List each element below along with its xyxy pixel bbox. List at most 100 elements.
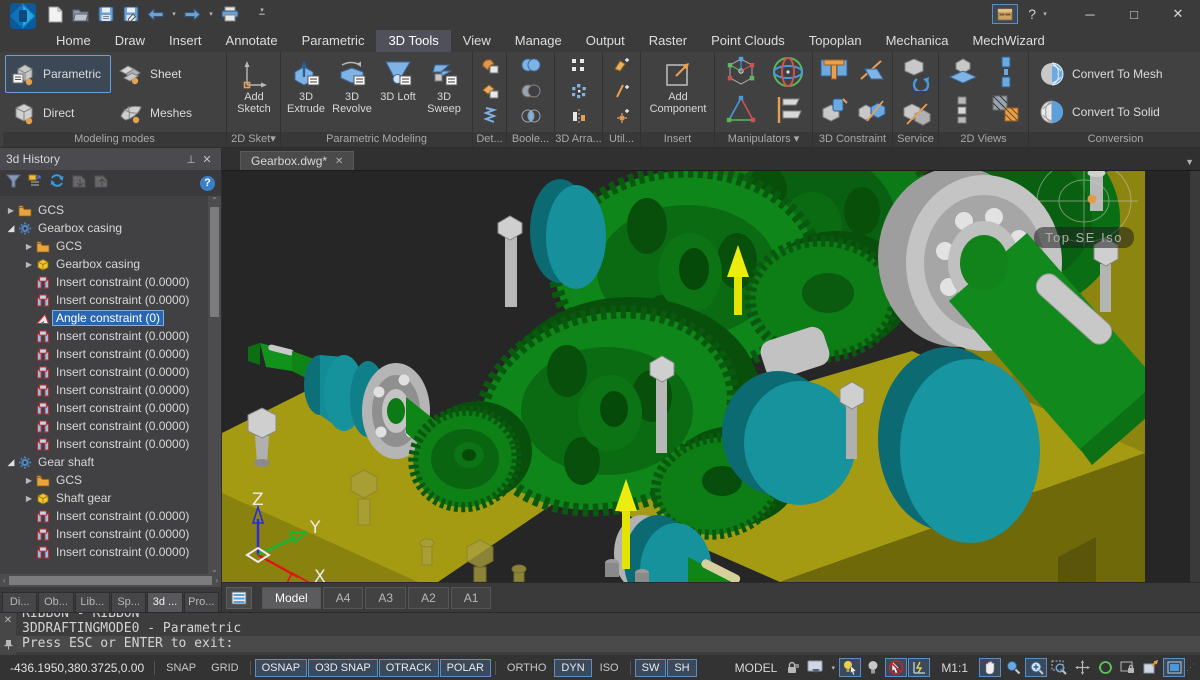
ribbon-tab-mechanica[interactable]: Mechanica bbox=[874, 30, 961, 52]
rotate-gizmo-icon[interactable] bbox=[770, 54, 806, 95]
view-orientation-label[interactable]: Top SE Iso bbox=[1045, 230, 1123, 245]
offset-manipulator-icon[interactable] bbox=[771, 93, 805, 132]
toggle-sh[interactable]: SH bbox=[667, 658, 697, 677]
display-layout-icon[interactable] bbox=[805, 658, 827, 677]
tree-item[interactable]: Insert constraint (0.0000) bbox=[0, 417, 221, 435]
detail-sheet-icon[interactable] bbox=[481, 57, 499, 80]
tree-item[interactable]: Insert constraint (0.0000) bbox=[0, 543, 221, 561]
toggle-dyn[interactable]: DYN bbox=[554, 658, 592, 677]
tree-expander-closed[interactable]: ▶ bbox=[22, 242, 36, 251]
help-dropdown[interactable]: ▾ bbox=[1040, 10, 1050, 18]
toggle-o3d-snap[interactable]: O3D SNAP bbox=[308, 658, 378, 677]
spring-icon[interactable] bbox=[481, 106, 499, 129]
command-history[interactable]: RIBBON - RIBBON 3DDRAFTINGMODE0 - Parame… bbox=[16, 613, 1200, 655]
explode-model-icon[interactable] bbox=[901, 96, 931, 133]
meshes-mode-button[interactable]: Meshes bbox=[112, 94, 218, 132]
coordinates-readout[interactable]: -436.1950,380.3725,0.00 bbox=[4, 661, 150, 675]
command-close-icon[interactable]: ✕ bbox=[4, 615, 12, 626]
more-commands-dropdown[interactable]: ▾ ▔ bbox=[257, 6, 267, 22]
component-history-icon[interactable] bbox=[27, 174, 43, 193]
toggle-osnap[interactable]: OSNAP bbox=[254, 658, 308, 677]
panel-tab-5[interactable]: Pro... bbox=[183, 592, 219, 612]
union-icon[interactable] bbox=[519, 57, 543, 78]
ribbon-tab-view[interactable]: View bbox=[451, 30, 503, 52]
close-icon[interactable]: ✕ bbox=[1156, 0, 1200, 28]
refresh-icon[interactable] bbox=[49, 173, 65, 193]
interface-settings-icon[interactable] bbox=[992, 4, 1019, 24]
maximize-icon[interactable]: □ bbox=[1112, 0, 1156, 28]
tree-item[interactable]: ▶ GCS bbox=[0, 471, 221, 489]
undo-dropdown[interactable]: ▾ bbox=[169, 10, 179, 18]
detail-flat-icon[interactable] bbox=[481, 82, 499, 105]
ribbon-tab-mechwizard[interactable]: MechWizard bbox=[960, 30, 1056, 52]
model-space-label[interactable]: MODEL bbox=[731, 661, 782, 675]
viewport-3d[interactable]: Top SE Iso Z Y X bbox=[222, 170, 1200, 582]
toggle-polar[interactable]: POLAR bbox=[439, 658, 491, 677]
ribbon-tab-insert[interactable]: Insert bbox=[157, 30, 214, 52]
panel-tab-1[interactable]: Ob... bbox=[38, 592, 74, 612]
mirror-icon[interactable] bbox=[570, 108, 588, 129]
tree-item[interactable]: Insert constraint (0.0000) bbox=[0, 327, 221, 345]
redo-icon[interactable] bbox=[181, 3, 204, 25]
revolve-button[interactable]: 3D Revolve bbox=[329, 55, 375, 131]
viewport-lock-icon[interactable] bbox=[1117, 658, 1139, 677]
ribbon-collapse-caret[interactable]: ▼ bbox=[1185, 157, 1194, 167]
polar-array-icon[interactable] bbox=[570, 83, 588, 104]
annotation-scale[interactable]: M1:1 bbox=[931, 661, 978, 675]
redo-dropdown[interactable]: ▾ bbox=[206, 10, 216, 18]
save-as-icon[interactable] bbox=[119, 3, 142, 25]
tree-expander-closed[interactable]: ▶ bbox=[22, 260, 36, 269]
fullscreen-icon[interactable] bbox=[1163, 658, 1185, 677]
add-axis-icon[interactable] bbox=[613, 83, 631, 104]
tree-item[interactable]: Insert constraint (0.0000) bbox=[0, 399, 221, 417]
ribbon-tab-output[interactable]: Output bbox=[574, 30, 637, 52]
mate-constraint-icon[interactable] bbox=[818, 56, 850, 93]
new-file-icon[interactable] bbox=[44, 3, 67, 25]
tree-vertical-scrollbar[interactable]: ⌃ ⌄ bbox=[208, 196, 221, 574]
ribbon-tab-draw[interactable]: Draw bbox=[103, 30, 157, 52]
panel-tab-2[interactable]: Lib... bbox=[74, 592, 110, 612]
tree-item[interactable]: ▶ Shaft gear bbox=[0, 489, 221, 507]
minimize-icon[interactable]: ─ bbox=[1068, 0, 1112, 28]
zoom-icon[interactable] bbox=[1002, 658, 1024, 677]
tree-item[interactable]: Insert constraint (0.0000) bbox=[0, 381, 221, 399]
layout-tab-model[interactable]: Model bbox=[262, 586, 321, 609]
save-icon[interactable] bbox=[94, 3, 117, 25]
tree-item[interactable]: ◢ Gearbox casing bbox=[0, 219, 221, 237]
tree-item[interactable]: ◢ Gear shaft bbox=[0, 453, 221, 471]
tree-item[interactable]: Insert constraint (0.0000) bbox=[0, 363, 221, 381]
command-prompt[interactable]: Press ESC or ENTER to exit: bbox=[16, 636, 1200, 652]
update-model-icon[interactable] bbox=[901, 57, 931, 96]
viewport-padlock-icon[interactable] bbox=[782, 658, 804, 677]
zoom-window-icon[interactable] bbox=[1048, 658, 1070, 677]
toggle-snap[interactable]: SNAP bbox=[159, 659, 203, 677]
tree-expander-closed[interactable]: ▶ bbox=[22, 494, 36, 503]
tangent-constraint-icon[interactable] bbox=[857, 95, 887, 130]
view-from-solid-icon[interactable] bbox=[946, 55, 980, 94]
sheet-list-icon[interactable] bbox=[226, 586, 252, 609]
ribbon-tab-manage[interactable]: Manage bbox=[503, 30, 574, 52]
bulb-icon[interactable] bbox=[862, 658, 884, 677]
ribbon-tab-annotate[interactable]: Annotate bbox=[214, 30, 290, 52]
toggle-grid[interactable]: GRID bbox=[204, 659, 246, 677]
rect-array-icon[interactable] bbox=[570, 57, 588, 78]
tree-item[interactable]: ▶ GCS bbox=[0, 237, 221, 255]
tree-item[interactable]: Insert constraint (0.0000) bbox=[0, 273, 221, 291]
tree-expander-open[interactable]: ◢ bbox=[4, 457, 18, 468]
toggle-sw[interactable]: SW bbox=[634, 658, 667, 677]
sheet-mode-button[interactable]: Sheet bbox=[112, 55, 218, 93]
zoom-extents-icon[interactable] bbox=[1025, 658, 1047, 677]
tree-horizontal-scrollbar[interactable]: ‹ › bbox=[0, 574, 221, 587]
intersect-icon[interactable] bbox=[519, 108, 543, 129]
direct-mode-button[interactable]: Direct bbox=[5, 94, 111, 132]
ribbon-tab-topoplan[interactable]: Topoplan bbox=[797, 30, 874, 52]
quick-ucs-icon[interactable] bbox=[908, 658, 931, 677]
scale-gizmo-icon[interactable] bbox=[724, 93, 758, 132]
tree-item[interactable]: Insert constraint (0.0000) bbox=[0, 435, 221, 453]
layout-tab-a3[interactable]: A3 bbox=[365, 586, 407, 609]
undo-icon[interactable] bbox=[144, 3, 167, 25]
command-pin-icon[interactable] bbox=[4, 639, 13, 653]
panel-tab-0[interactable]: Di... bbox=[2, 592, 38, 612]
document-tab-close-icon[interactable]: ✕ bbox=[335, 156, 343, 167]
ribbon-tab-home[interactable]: Home bbox=[44, 30, 103, 52]
